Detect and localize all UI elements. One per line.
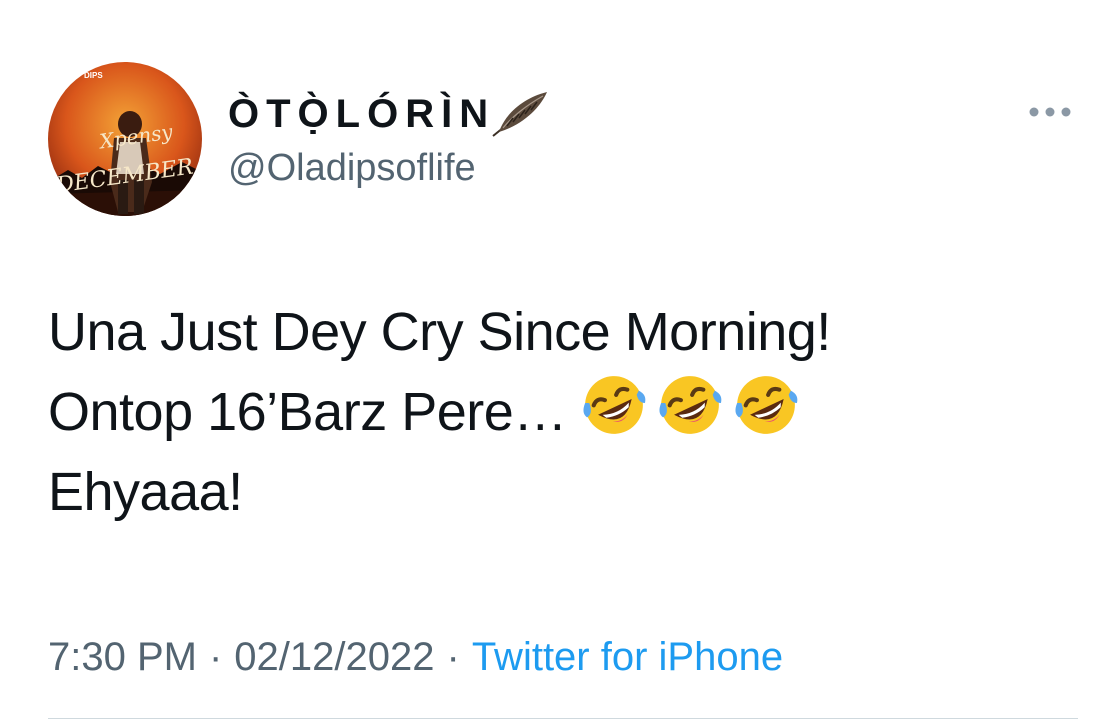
tweet-line-2: Ontop 16’Barz Pere… bbox=[48, 372, 1058, 452]
meta-separator: · bbox=[208, 635, 223, 679]
tweet-time[interactable]: 7:30 PM bbox=[48, 635, 197, 679]
rolling-on-floor-laughing-icon bbox=[583, 376, 646, 434]
tweet-line-1: Una Just Dey Cry Since Morning! bbox=[48, 302, 831, 362]
rolling-on-floor-laughing-icon bbox=[735, 376, 798, 434]
tweet-card: DIPS Xpensy DECEMBER ÒTỌ̀LÓRÌN @Oladipso… bbox=[0, 0, 1094, 724]
more-dots-icon bbox=[1029, 107, 1071, 117]
meta-separator: · bbox=[446, 635, 460, 679]
tweet-date[interactable]: 02/12/2022 bbox=[234, 635, 434, 679]
avatar-art-top-text: DIPS bbox=[84, 71, 103, 80]
tweet-line-2-text: Ontop 16’Barz Pere… bbox=[48, 382, 567, 442]
tweet-source-link[interactable]: Twitter for iPhone bbox=[472, 635, 783, 679]
tweet-text: Una Just Dey Cry Since Morning! Ontop 16… bbox=[48, 292, 1058, 532]
avatar-image: DIPS Xpensy DECEMBER bbox=[48, 62, 202, 216]
emoji-group bbox=[581, 372, 799, 438]
divider bbox=[48, 718, 1078, 719]
display-name-text: ÒTỌ̀LÓRÌN bbox=[228, 92, 496, 136]
tweet-line-3: Ehyaaa! bbox=[48, 462, 243, 522]
author-display-name[interactable]: ÒTỌ̀LÓRÌN bbox=[228, 88, 551, 140]
avatar[interactable]: DIPS Xpensy DECEMBER bbox=[48, 62, 202, 216]
author-handle[interactable]: @Oladipsoflife bbox=[228, 146, 476, 190]
rolling-on-floor-laughing-icon bbox=[659, 376, 722, 434]
tweet-meta: 7:30 PM · 02/12/2022 · Twitter for iPhone bbox=[48, 632, 783, 682]
more-options-button[interactable] bbox=[1026, 98, 1076, 126]
feather-icon bbox=[492, 92, 548, 137]
